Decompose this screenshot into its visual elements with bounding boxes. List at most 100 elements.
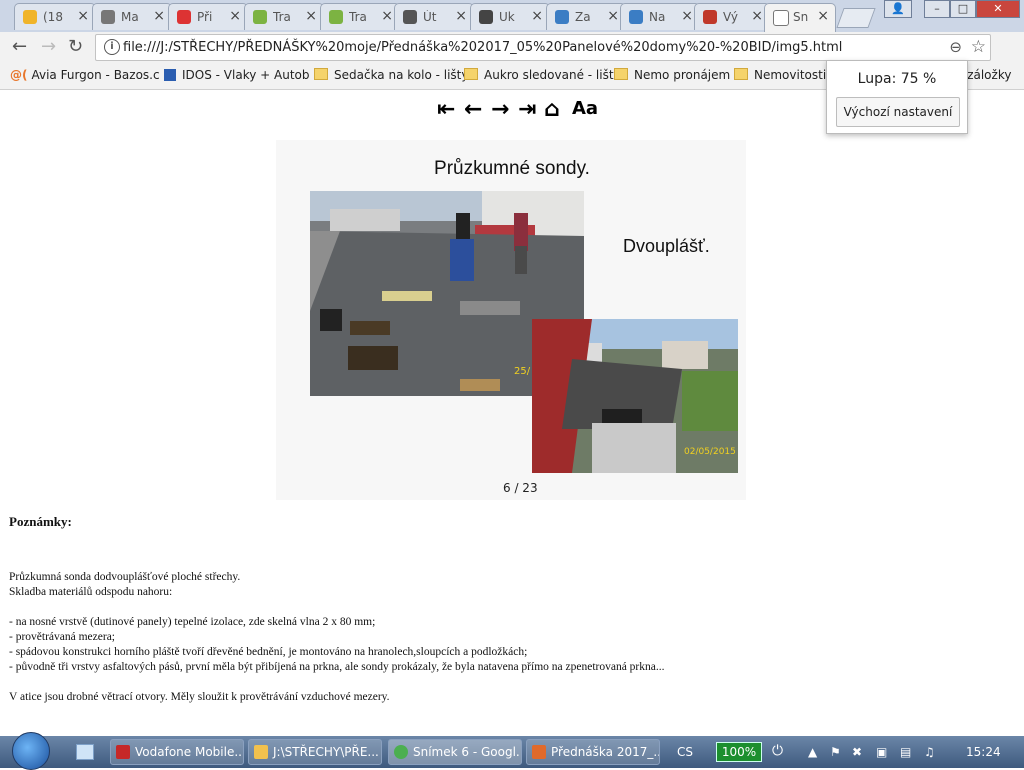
taskbar: Vodafone Mobile... J:\STŘECHY\PŘE... Sní… xyxy=(0,732,1024,770)
maximize-button[interactable]: □ xyxy=(950,0,976,18)
browser-tab[interactable]: Při × xyxy=(168,3,248,30)
previous-slide-icon[interactable]: ← xyxy=(464,97,482,122)
device-icon[interactable]: ▣ xyxy=(876,745,887,759)
minimize-button[interactable]: – xyxy=(924,0,950,18)
taskbar-item[interactable]: Snímek 6 - Googl... xyxy=(388,739,522,765)
slide-side-text: Dvouplášť. xyxy=(623,236,710,256)
close-tab-icon[interactable]: × xyxy=(607,8,619,24)
taskbar-item[interactable]: Vodafone Mobile... xyxy=(110,739,244,765)
folder-icon xyxy=(734,68,748,80)
seznam-icon xyxy=(177,10,191,24)
browser-tab[interactable]: Vý × xyxy=(694,3,770,30)
network-icon[interactable]: ▤ xyxy=(900,745,911,759)
close-window-button[interactable]: ✕ xyxy=(976,0,1020,18)
zoom-reset-button[interactable]: Výchozí nastavení xyxy=(836,97,960,127)
wave-icon xyxy=(629,10,643,24)
last-slide-icon[interactable]: ⇥ xyxy=(518,97,536,122)
browser-tab[interactable]: Na × xyxy=(620,3,700,30)
slide-title: Průzkumné sondy. xyxy=(434,158,590,179)
tab-label: Út xyxy=(423,10,437,24)
show-desktop-icon[interactable] xyxy=(76,744,94,760)
close-tab-icon[interactable]: × xyxy=(305,8,317,24)
notes-line: Skladba materiálů odspodu nahoru: xyxy=(9,586,173,598)
clock[interactable]: 15:24 xyxy=(966,745,1001,759)
close-tab-icon[interactable]: × xyxy=(381,8,393,24)
bookmark-item[interactable]: IDOS - Vlaky + Autob xyxy=(164,68,309,82)
browser-tab[interactable]: Sn × xyxy=(764,3,836,32)
bookmark-star-icon[interactable]: ☆ xyxy=(971,37,986,57)
start-button[interactable] xyxy=(12,732,50,770)
close-tab-icon[interactable]: × xyxy=(77,8,89,24)
tab-label: Na xyxy=(649,10,666,24)
tray-expand-icon[interactable]: ▲ xyxy=(808,745,817,759)
bookmark-folder[interactable]: Nemovitosti xyxy=(734,68,826,82)
photo-date-stamp: 02/05/2015 xyxy=(684,447,736,457)
zoom-icon[interactable]: ⊖ xyxy=(949,38,962,56)
chrome-icon xyxy=(394,745,408,759)
close-tab-icon[interactable]: × xyxy=(153,8,165,24)
notes-line: - provětrávaná mezera; xyxy=(9,631,115,643)
info-icon[interactable]: i xyxy=(104,39,120,55)
at-icon: @( xyxy=(10,68,28,82)
folder-icon xyxy=(254,745,268,759)
close-tab-icon[interactable]: × xyxy=(681,8,693,24)
globe-icon xyxy=(703,10,717,24)
next-slide-icon[interactable]: → xyxy=(491,97,509,122)
font-size-toggle[interactable]: Aa xyxy=(572,98,598,119)
zoom-popup: Lupa: 75 % Výchozí nastavení xyxy=(826,60,968,134)
bookmark-folder[interactable]: Nemo pronájem xyxy=(614,68,730,82)
home-icon[interactable]: ⌂ xyxy=(544,97,560,122)
notes-line: - spádovou konstrukci horního pláště tvo… xyxy=(9,646,528,658)
language-indicator[interactable]: CS xyxy=(677,745,693,759)
envelope-icon xyxy=(101,10,115,24)
browser-tab[interactable]: Uk × xyxy=(470,3,550,30)
photo-date-stamp: 25/ xyxy=(514,366,531,377)
m-icon xyxy=(253,10,267,24)
bookmark-folder[interactable]: Aukro sledované - lišt xyxy=(464,68,614,82)
new-tab-button[interactable] xyxy=(836,8,876,28)
browser-tab[interactable]: Tra × xyxy=(244,3,324,30)
browser-tab[interactable]: Za × xyxy=(546,3,626,30)
browser-toolbar: ← → ↻ i file:///J:/STŘECHY/PŘEDNÁŠKY%20m… xyxy=(0,32,1024,89)
browser-tab[interactable]: Tra × xyxy=(320,3,400,30)
close-tab-icon[interactable]: × xyxy=(817,8,829,24)
h-icon xyxy=(479,10,493,24)
idos-icon xyxy=(164,69,176,81)
zoom-level-label: Lupa: 75 % xyxy=(857,71,937,87)
browser-tab[interactable]: Út × xyxy=(394,3,474,30)
reload-button[interactable]: ↻ xyxy=(68,36,83,57)
browser-tab[interactable]: Ma × xyxy=(92,3,172,30)
first-slide-icon[interactable]: ⇤ xyxy=(437,97,455,122)
close-tab-icon[interactable]: × xyxy=(455,8,467,24)
tab-label: Při xyxy=(197,10,213,24)
roof-photo-attic: 02/05/2015 xyxy=(532,319,738,473)
forward-button[interactable]: → xyxy=(41,36,56,57)
volume-icon[interactable]: ♫ xyxy=(924,745,935,759)
powerpoint-icon xyxy=(532,745,546,759)
profile-button[interactable]: 👤 xyxy=(884,0,912,18)
power-plug-icon[interactable]: ⏻ xyxy=(772,743,783,759)
bookmark-folder[interactable]: Sedačka na kolo - lišty xyxy=(314,68,468,82)
folder-icon xyxy=(614,68,628,80)
back-button[interactable]: ← xyxy=(12,36,27,57)
battery-indicator[interactable]: 100% xyxy=(716,742,762,762)
page-icon xyxy=(773,10,789,26)
m-icon xyxy=(329,10,343,24)
taskbar-item[interactable]: Přednáška 2017_... xyxy=(526,739,660,765)
address-bar[interactable]: i file:///J:/STŘECHY/PŘEDNÁŠKY%20moje/Př… xyxy=(95,34,991,61)
security-icon[interactable]: ✖ xyxy=(852,745,862,759)
tab-label: Tra xyxy=(273,10,291,24)
slide-counter: 6 / 23 xyxy=(503,481,538,495)
close-tab-icon[interactable]: × xyxy=(531,8,543,24)
notes-line: - na nosné vrstvě (dutinové panely) tepe… xyxy=(9,616,376,628)
url-text[interactable]: file:///J:/STŘECHY/PŘEDNÁŠKY%20moje/Před… xyxy=(123,40,842,55)
taskbar-item[interactable]: J:\STŘECHY\PŘE... xyxy=(248,739,382,765)
tab-bar: (18 × Ma × Při × Tra × Tra × Út × Uk × Za × Na × Vý × Sn × 👤 … xyxy=(0,0,1024,32)
browser-tab[interactable]: (18 × xyxy=(14,3,96,30)
mail-icon xyxy=(23,10,37,24)
close-tab-icon[interactable]: × xyxy=(229,8,241,24)
bookmark-item[interactable]: @(Avia Furgon - Bazos.c xyxy=(10,68,160,82)
close-tab-icon[interactable]: × xyxy=(751,8,763,24)
flag-icon[interactable]: ⚑ xyxy=(830,745,841,759)
tab-label: Vý xyxy=(723,10,738,24)
